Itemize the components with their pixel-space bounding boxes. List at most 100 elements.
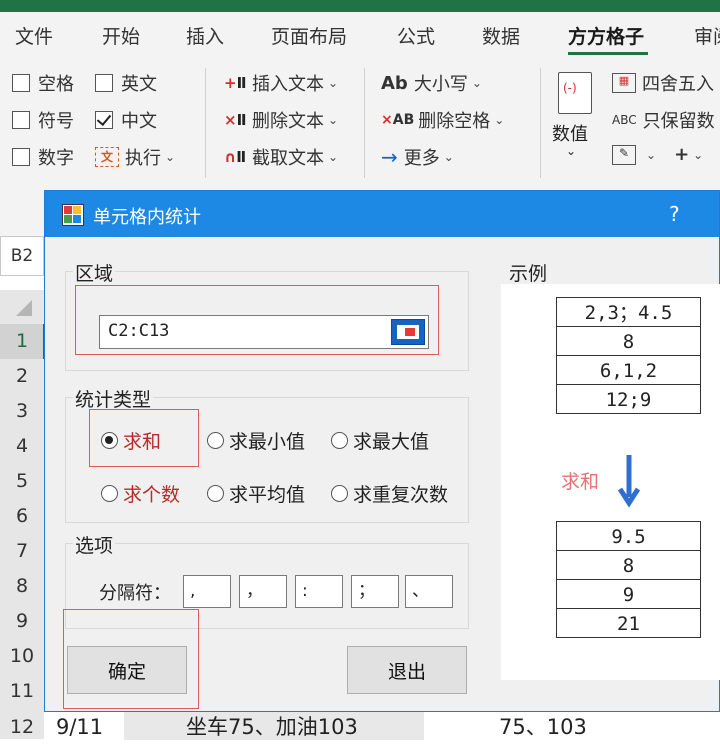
separator-label: 分隔符：	[99, 583, 171, 604]
tab-fangfang[interactable]: 方方格子	[568, 22, 644, 49]
title-strip	[0, 0, 720, 12]
separator-input[interactable]: ；	[351, 575, 399, 608]
checkbox-icon	[12, 148, 30, 166]
radio-count[interactable]: 求个数	[101, 480, 180, 507]
tab-page-layout[interactable]: 页面布局	[271, 22, 347, 49]
chevron-down-icon: ⌄	[328, 150, 339, 164]
checkbox-icon	[95, 74, 113, 92]
range-input[interactable]: C2:C13	[99, 315, 429, 349]
row-header[interactable]: 4	[0, 429, 44, 464]
help-icon[interactable]: ?	[669, 202, 680, 226]
range-picker-icon[interactable]	[391, 319, 425, 345]
abc-icon: ABC	[612, 113, 637, 127]
radio-average[interactable]: 求平均值	[207, 480, 305, 507]
tab-home[interactable]: 开始	[102, 22, 140, 49]
row-header[interactable]: 3	[0, 394, 44, 429]
dialog-title: 单元格内统计	[93, 207, 201, 228]
round-icon: ▦	[612, 73, 636, 93]
check-symbol[interactable]: 符号	[12, 107, 74, 133]
exit-button[interactable]: 退出	[347, 646, 467, 694]
radio-max[interactable]: 求最大值	[331, 427, 429, 454]
tab-file[interactable]: 文件	[15, 22, 53, 49]
execute-button[interactable]: 文 执行 ⌄	[95, 144, 175, 170]
insert-text-button[interactable]: +Ⅱ 插入文本 ⌄	[224, 70, 338, 96]
separator-input[interactable]: ，	[239, 575, 287, 608]
delete-text-icon: ×Ⅱ	[224, 111, 247, 129]
radio-sum[interactable]: 求和	[101, 427, 161, 454]
triangle-icon	[16, 300, 32, 316]
range-label: 区域	[73, 259, 116, 286]
chevron-down-icon: ⌄	[494, 113, 505, 127]
cell-date[interactable]: 9/11	[56, 711, 103, 740]
select-all-corner[interactable]	[0, 290, 44, 324]
row-header[interactable]: 8	[0, 569, 44, 604]
keep-numbers-button[interactable]: ABC 只保留数	[612, 107, 715, 133]
row-header[interactable]: 6	[0, 499, 44, 534]
row-header[interactable]: 10	[0, 639, 44, 674]
ribbon-divider	[364, 68, 365, 178]
checkbox-checked-icon	[95, 111, 113, 129]
more-button[interactable]: → 更多 ⌄	[381, 144, 454, 170]
name-box[interactable]: B2	[0, 236, 44, 276]
delete-spaces-button[interactable]: ×AB 删除空格 ⌄	[381, 107, 504, 133]
radio-icon	[207, 485, 224, 502]
ok-button[interactable]: 确定	[67, 646, 187, 694]
tab-review[interactable]: 审阅	[694, 22, 720, 49]
table-row: 9/11 坐车75、加油103 75、103	[44, 710, 720, 740]
arrow-down-icon	[617, 455, 641, 508]
chevron-down-icon: ⌄	[566, 144, 577, 158]
cell-result[interactable]: 75、103	[499, 711, 587, 740]
chevron-down-icon: ⌄	[165, 150, 176, 164]
separator-input[interactable]: :	[295, 575, 343, 608]
ribbon-divider	[205, 68, 206, 178]
check-number[interactable]: 数字	[12, 144, 74, 170]
table-row: 9.5	[557, 522, 700, 551]
check-space[interactable]: 空格	[12, 70, 74, 96]
row-header[interactable]: 5	[0, 464, 44, 499]
numeric-button[interactable]: (-) 数值 ⌄	[552, 72, 602, 182]
tab-insert[interactable]: 插入	[186, 22, 224, 49]
add-icon[interactable]: +	[674, 144, 689, 165]
table-row: 21	[617, 613, 640, 635]
checkbox-icon	[12, 111, 30, 129]
dialog-titlebar[interactable]: 单元格内统计 ?	[45, 191, 719, 237]
tab-data[interactable]: 数据	[482, 22, 520, 49]
row-header[interactable]: 12	[0, 710, 44, 745]
app-icon	[62, 204, 84, 226]
round-button[interactable]: ▦ 四舍五入	[612, 70, 714, 96]
row-header[interactable]: 1	[0, 324, 44, 359]
row-header[interactable]: 11	[0, 674, 44, 709]
execute-icon: 文	[95, 147, 119, 167]
check-english[interactable]: 英文	[95, 70, 157, 96]
case-icon: Ab	[381, 72, 408, 94]
ribbon-tabs: 文件 开始 插入 页面布局 公式 数据 方方格子 审阅	[0, 12, 720, 58]
extract-text-button[interactable]: ∩Ⅱ 截取文本 ⌄	[224, 144, 338, 170]
delete-spaces-icon: ×AB	[381, 112, 415, 128]
check-chinese[interactable]: 中文	[95, 107, 157, 133]
row-header[interactable]: 7	[0, 534, 44, 569]
cell-text[interactable]: 坐车75、加油103	[124, 711, 424, 740]
chevron-down-icon: ⌄	[646, 147, 657, 162]
row-header[interactable]: 9	[0, 604, 44, 639]
case-button[interactable]: Ab 大小写 ⌄	[381, 70, 482, 96]
radio-repeat-count[interactable]: 求重复次数	[331, 480, 448, 507]
radio-min[interactable]: 求最小值	[207, 427, 305, 454]
tab-formulas[interactable]: 公式	[397, 22, 435, 49]
separator-input[interactable]: ,	[183, 575, 231, 608]
chevron-down-icon: ⌄	[693, 147, 704, 162]
separator-input[interactable]: 、	[405, 575, 453, 608]
row-header[interactable]: 2	[0, 359, 44, 394]
chevron-down-icon: ⌄	[328, 76, 339, 90]
radio-selected-icon	[101, 432, 118, 449]
delete-text-button[interactable]: ×Ⅱ 删除文本 ⌄	[224, 107, 338, 133]
cell-stats-dialog: 单元格内统计 ? 区域 C2:C13 统计类型 求和 求最小值 求最大值 求个数…	[44, 190, 720, 712]
radio-icon	[331, 485, 348, 502]
table-row: 8	[557, 327, 700, 356]
example-input-table: 2,3；4.5 8 6,1,2 12;9	[556, 297, 701, 414]
ribbon-divider	[540, 68, 541, 178]
extract-text-icon: ∩Ⅱ	[224, 148, 247, 166]
checkbox-icon	[12, 74, 30, 92]
edit-button[interactable]: ✎ ⌄ + ⌄	[612, 144, 703, 165]
row-headers: 1 2 3 4 5 6 7 8 9 10 11 12	[0, 324, 45, 739]
numeric-icon: (-)	[558, 72, 592, 114]
